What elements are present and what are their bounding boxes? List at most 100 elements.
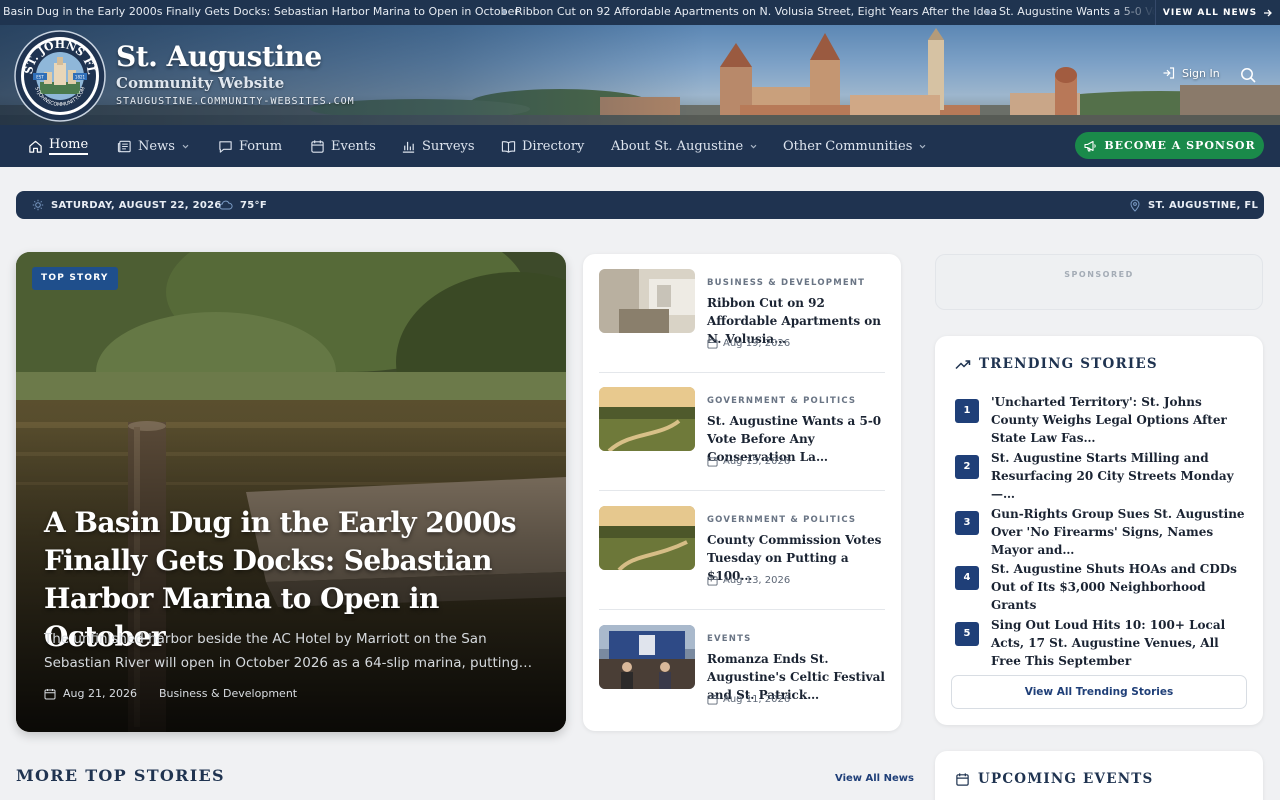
trending-item-title[interactable]: Gun-Rights Group Sues St. Augustine Over… [991,505,1247,559]
divider [599,372,885,373]
more-top-stories-heading: MORE TOP STORIES [16,766,225,785]
divider [599,609,885,610]
story-date: Aug 15, 2026 [707,456,790,467]
story-category[interactable]: EVENTS [707,634,751,644]
trending-item-title[interactable]: Sing Out Loud Hits 10: 100+ Local Acts, … [991,616,1247,670]
community-logo[interactable]: ST. JOHNS FL STJOHNSCOMMUNITY.COM EST 18… [14,30,106,122]
rank-badge: 3 [955,511,979,535]
list-item[interactable]: GOVERNMENT & POLITICS St. Augustine Want… [599,387,885,491]
trending-item[interactable]: 1 'Uncharted Territory': St. Johns Count… [955,393,1245,445]
trending-item[interactable]: 2 St. Augustine Starts Milling and Resur… [955,449,1245,501]
secondary-stories: BUSINESS & DEVELOPMENT Ribbon Cut on 92 … [583,254,901,731]
trending-item-title[interactable]: St. Augustine Shuts HOAs and CDDs Out of… [991,560,1247,614]
list-item[interactable]: BUSINESS & DEVELOPMENT Ribbon Cut on 92 … [599,269,885,373]
current-date: SATURDAY, AUGUST 22, 2026 [51,199,222,211]
calendar-icon [311,139,324,153]
nav-item-surveys[interactable]: Surveys [401,125,475,167]
logo-year: 1821 [75,75,86,80]
megaphone-icon [1084,140,1097,152]
events-heading: UPCOMING EVENTS [955,771,1153,787]
story-category[interactable]: GOVERNMENT & POLITICS [707,515,856,525]
trending-item[interactable]: 5 Sing Out Loud Hits 10: 100+ Local Acts… [955,616,1245,668]
site-header: ST. JOHNS FL STJOHNSCOMMUNITY.COM EST 18… [0,25,1280,125]
bar-chart-icon [402,141,415,153]
sponsored-label: SPONSORED [1064,270,1134,279]
top-story-badge: TOP STORY [32,267,118,290]
nav-label: About St. Augustine [611,138,744,154]
calendar-icon [956,772,969,786]
story-date: Aug 13, 2026 [707,575,790,586]
view-all-news-link[interactable]: VIEW ALL NEWS [1155,0,1280,25]
story-date-text: Aug 13, 2026 [723,575,791,586]
nav-item-events[interactable]: Events [310,125,376,167]
story-date: Aug 19, 2026 [707,338,790,349]
nav-item-forum[interactable]: Forum [218,125,282,167]
nav-label: Events [331,138,376,154]
site-subtitle: Community Website [116,74,285,92]
ticker-separator [502,10,506,14]
calendar-icon [707,338,718,349]
sign-in-icon [1163,67,1175,79]
view-all-trending-button[interactable]: View All Trending Stories [951,675,1247,709]
story-thumbnail [599,387,695,451]
ticker-track: Basin Dug in the Early 2000s Finally Get… [0,0,1155,25]
become-sponsor-button[interactable]: BECOME A SPONSOR [1075,132,1264,159]
list-item[interactable]: EVENTS Romanza Ends St. Augustine's Celt… [599,625,885,729]
nav-item-directory[interactable]: Directory [501,125,584,167]
trending-item[interactable]: 3 Gun-Rights Group Sues St. Augustine Ov… [955,505,1245,557]
story-thumbnail [599,269,695,333]
trending-item-title[interactable]: 'Uncharted Territory': St. Johns County … [991,393,1247,447]
sign-in-button[interactable]: Sign In [1162,66,1220,80]
hero-description: The unfinished harbor beside the AC Hote… [44,631,533,671]
view-all-news-label: VIEW ALL NEWS [1162,7,1258,18]
home-icon [29,140,42,153]
events-title: UPCOMING EVENTS [978,771,1154,787]
calendar-icon [707,575,718,586]
chevron-down-icon [182,144,189,148]
arrow-right-icon [1264,9,1273,16]
nav-label: Directory [522,138,585,154]
info-bar: SATURDAY, AUGUST 22, 2026 75°F ST. AUGUS… [16,191,1264,219]
view-all-news-button[interactable]: View All News [835,773,914,784]
story-thumbnail [599,625,695,689]
nav-item-news[interactable]: News [117,125,190,167]
ticker-fade [1115,0,1155,25]
nav-label: Forum [239,138,283,154]
nav-item-other-communities[interactable]: Other Communities [783,125,927,167]
sponsored-slot[interactable]: SPONSORED [935,254,1263,310]
list-item[interactable]: GOVERNMENT & POLITICS County Commission … [599,506,885,610]
trending-item-title[interactable]: St. Augustine Starts Milling and Resurfa… [991,449,1247,503]
top-story-card[interactable]: TOP STORY A Basin Dug in the Early 2000s… [16,252,566,732]
hero-meta: Aug 21, 2026 Business & Development [44,687,297,700]
book-icon [501,140,516,153]
sign-in-label: Sign In [1182,66,1220,80]
rank-badge: 2 [955,455,979,479]
logo-est: EST [36,75,44,80]
trending-heading: TRENDING STORIES [955,356,1158,372]
story-date: Aug 11, 2026 [707,694,790,705]
date-display: SATURDAY, AUGUST 22, 2026 [32,191,222,219]
story-date-text: Aug 15, 2026 [723,456,791,467]
story-category[interactable]: GOVERNMENT & POLITICS [707,396,856,406]
sun-icon [32,199,44,211]
nav-item-about[interactable]: About St. Augustine [611,125,758,167]
calendar-icon [707,694,718,705]
story-date-text: Aug 19, 2026 [723,338,791,349]
hero-category[interactable]: Business & Development [159,687,297,700]
ticker-separator [986,10,990,14]
news-ticker: Basin Dug in the Early 2000s Finally Get… [0,0,1280,25]
ticker-item[interactable]: Ribbon Cut on 92 Affordable Apartments o… [515,0,997,24]
search-icon[interactable] [1239,66,1257,84]
current-temperature: 75°F [240,199,267,211]
trending-card: TRENDING STORIES 1 'Uncharted Territory'… [935,336,1263,725]
hero-date: Aug 21, 2026 [63,687,137,700]
nav-label: News [138,138,175,154]
story-category[interactable]: BUSINESS & DEVELOPMENT [707,278,865,288]
site-url: STAUGUSTINE.COMMUNITY-WEBSITES.COM [116,96,355,107]
trending-title: TRENDING STORIES [979,356,1158,372]
nav-label: Surveys [422,138,475,154]
trending-item[interactable]: 4 St. Augustine Shuts HOAs and CDDs Out … [955,560,1245,612]
ticker-item[interactable]: Basin Dug in the Early 2000s Finally Get… [3,0,519,24]
site-title[interactable]: St. Augustine [116,40,322,73]
nav-item-home[interactable]: Home [28,125,89,167]
